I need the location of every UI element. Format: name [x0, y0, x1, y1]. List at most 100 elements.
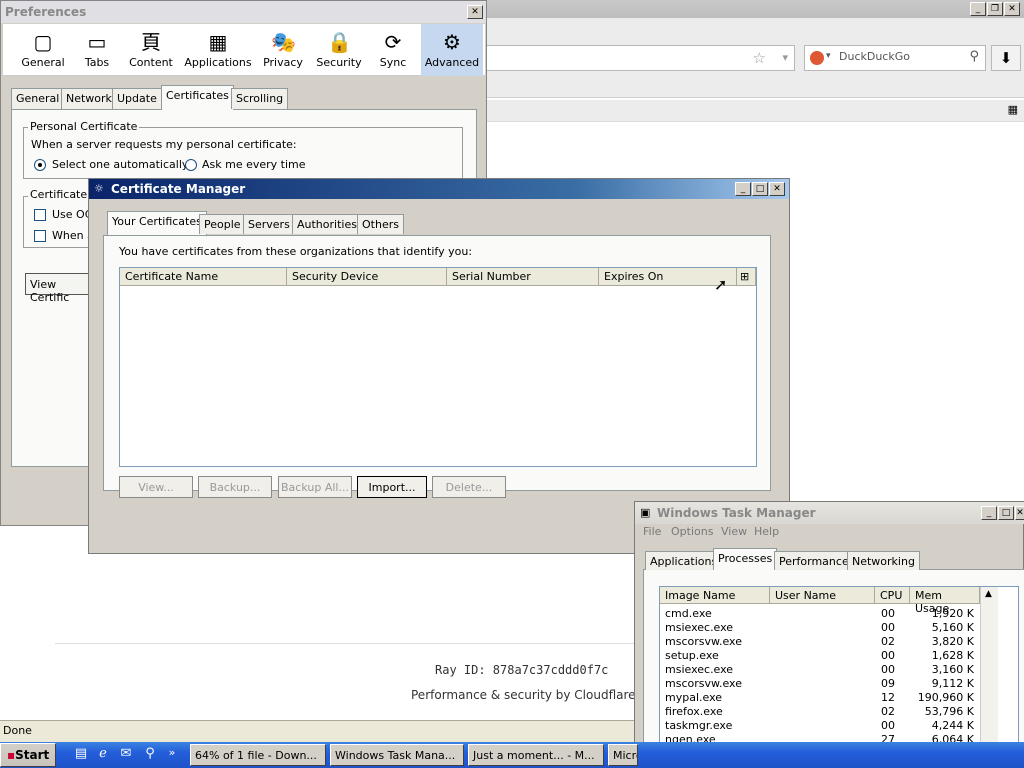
maximize-button[interactable]: ❐	[987, 2, 1003, 16]
pane-tabs[interactable]: ▭ Tabs	[69, 24, 125, 76]
when-checkbox[interactable]	[34, 230, 46, 242]
table-row[interactable]: msiexec.exe 00 5,160 K	[660, 621, 980, 635]
pane-sync[interactable]: ⟳ Sync	[365, 24, 421, 76]
tab-update[interactable]: Update	[112, 88, 162, 109]
col-mem-usage[interactable]: Mem Usage	[910, 587, 980, 615]
pane-applications[interactable]: ▦ Applications	[183, 24, 253, 76]
view-certs-button[interactable]: View Certific	[25, 273, 97, 304]
close-button[interactable]: ✕	[1015, 506, 1024, 520]
taskbar: ▪Start ▤ ℯ ✉ ⚲ » 64% of 1 file - Down...…	[0, 742, 1024, 768]
menu-file[interactable]: File	[643, 525, 661, 538]
scroll-up-icon[interactable]: ▲	[985, 589, 992, 599]
taskbar-item-taskmgr[interactable]: Windows Task Mana...	[330, 744, 464, 766]
maximize-button[interactable]: □	[998, 506, 1014, 520]
ie-icon[interactable]: ℯ	[94, 746, 112, 764]
desktop-icon[interactable]: ▤	[72, 746, 90, 764]
mem-value: 3,820 K	[931, 635, 974, 648]
backup-button[interactable]: Backup...	[198, 476, 272, 498]
download-icon[interactable]: ⬇	[991, 45, 1021, 71]
bookmark-star-icon[interactable]: ☆	[753, 49, 766, 67]
col-cpu[interactable]: CPU	[875, 587, 910, 604]
backup-all-button[interactable]: Backup All...	[278, 476, 352, 498]
taskbar-item-micro[interactable]: Micro	[608, 744, 638, 766]
tab-network[interactable]: Network	[61, 88, 117, 109]
menu-grid-icon[interactable]: ▦	[1008, 103, 1018, 116]
table-row[interactable]: cmd.exe 00 1,920 K	[660, 607, 980, 621]
pane-security[interactable]: 🔒 Security	[311, 24, 367, 76]
process-name: mscorsvw.exe	[665, 677, 742, 690]
pane-advanced[interactable]: ⚙ Advanced	[421, 24, 483, 76]
scrollbar[interactable]: ▲	[980, 587, 998, 768]
pane-general[interactable]: ▢ General	[15, 24, 71, 76]
maximize-button[interactable]: □	[752, 182, 768, 196]
search-folder-icon[interactable]: ⚲	[141, 746, 159, 764]
process-list[interactable]: Image Name User Name CPU Mem Usage ▲ cmd…	[659, 586, 1019, 768]
radio-ask-label: Ask me every time	[202, 158, 306, 171]
tab-servers[interactable]: Servers	[243, 214, 295, 234]
delete-button[interactable]: Delete...	[432, 476, 506, 498]
tab-applications[interactable]: Applications	[645, 551, 723, 570]
certificate-manager-window: Certificate Manager ☼ _ □ ✕ Your Certifi…	[88, 178, 790, 554]
start-label: Start	[15, 748, 50, 762]
search-icon[interactable]: ⚲	[969, 49, 979, 64]
table-row[interactable]: mscorsvw.exe 02 3,820 K	[660, 635, 980, 649]
pane-label: Content	[129, 56, 173, 69]
tab-people[interactable]: People	[199, 214, 246, 234]
tab-authorities[interactable]: Authorities	[292, 214, 362, 234]
search-box[interactable]: ▾ DuckDuckGo ⚲	[804, 45, 986, 71]
radio-auto-label: Select one automatically	[52, 158, 189, 171]
table-row[interactable]: mscorsvw.exe 09 9,112 K	[660, 677, 980, 691]
table-row[interactable]: mypal.exe 12 190,960 K	[660, 691, 980, 705]
minimize-button[interactable]: _	[981, 506, 997, 520]
mem-value: 53,796 K	[924, 705, 974, 718]
col-user-name[interactable]: User Name	[770, 587, 875, 604]
radio-auto[interactable]	[34, 159, 46, 171]
pane-content[interactable]: 頁 Content	[123, 24, 179, 76]
bookmarks-bar: ▦	[480, 100, 1024, 122]
close-button[interactable]: ✕	[769, 182, 785, 196]
view-button[interactable]: View...	[119, 476, 193, 498]
table-row[interactable]: msiexec.exe 00 3,160 K	[660, 663, 980, 677]
pane-privacy[interactable]: 🎭 Privacy	[255, 24, 311, 76]
dropdown-arrow-icon[interactable]: ▾	[782, 51, 788, 64]
cpu-value: 00	[881, 719, 895, 732]
certificate-list[interactable]: Certificate Name Security Device Serial …	[119, 267, 757, 467]
col-serial-number[interactable]: Serial Number	[447, 268, 599, 286]
menu-view[interactable]: View	[721, 525, 747, 538]
engine-dropdown-icon[interactable]: ▾	[826, 51, 831, 61]
radio-ask[interactable]	[185, 159, 197, 171]
url-bar[interactable]: ☆ ▾	[480, 45, 795, 71]
table-row[interactable]: setup.exe 00 1,628 K	[660, 649, 980, 663]
tab-processes[interactable]: Processes	[713, 548, 778, 570]
close-button[interactable]: ✕	[467, 5, 483, 19]
pane-label: Security	[316, 56, 362, 69]
expand-quicklaunch-icon[interactable]: »	[163, 746, 181, 764]
taskbar-item-download[interactable]: 64% of 1 file - Down...	[190, 744, 326, 766]
table-row[interactable]: taskmgr.exe 00 4,244 K	[660, 719, 980, 733]
tab-networking[interactable]: Networking	[847, 551, 920, 570]
menu-options[interactable]: Options	[671, 525, 713, 538]
minimize-button[interactable]: _	[735, 182, 751, 196]
mem-value: 1,920 K	[931, 607, 974, 620]
cpu-value: 00	[881, 649, 895, 662]
tab-scrolling[interactable]: Scrolling	[231, 88, 289, 109]
col-certificate-name[interactable]: Certificate Name	[120, 268, 287, 286]
table-row[interactable]: firefox.exe 02 53,796 K	[660, 705, 980, 719]
tab-your-certificates[interactable]: Your Certificates	[107, 211, 207, 235]
import-button[interactable]: Import...	[357, 476, 427, 498]
col-image-name[interactable]: Image Name	[660, 587, 770, 604]
search-placeholder: DuckDuckGo	[839, 50, 910, 63]
outlook-icon[interactable]: ✉	[117, 746, 135, 764]
taskbar-item-browser[interactable]: Just a moment... - M...	[468, 744, 604, 766]
menu-help[interactable]: Help	[754, 525, 779, 538]
tab-general[interactable]: General	[11, 88, 65, 109]
start-button[interactable]: ▪Start	[0, 743, 56, 767]
col-security-device[interactable]: Security Device	[287, 268, 447, 286]
tab-performance[interactable]: Performance	[774, 551, 854, 570]
tab-others[interactable]: Others	[357, 214, 404, 234]
minimize-button[interactable]: _	[970, 2, 986, 16]
close-button[interactable]: ✕	[1004, 2, 1020, 16]
ocsp-checkbox[interactable]	[34, 209, 46, 221]
column-picker-icon[interactable]: ⊞	[737, 268, 756, 286]
tab-certificates[interactable]: Certificates	[161, 85, 234, 110]
